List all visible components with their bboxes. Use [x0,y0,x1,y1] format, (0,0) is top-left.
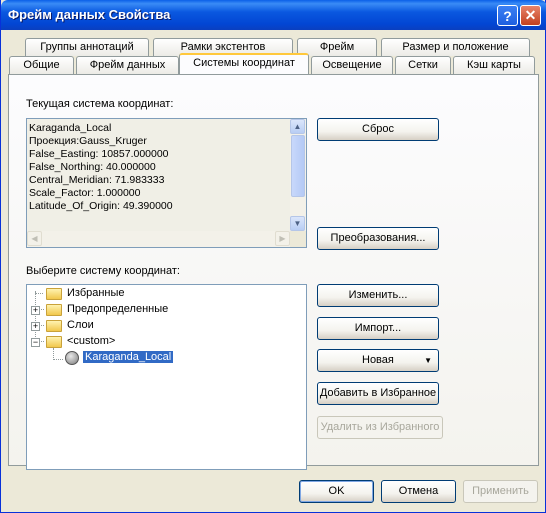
help-button[interactable]: ? [497,5,518,26]
tab-coordinate-systems[interactable]: Системы координат [179,53,309,74]
cs-tree[interactable]: Избранные + Предопределенные + Слои − <c… [26,284,307,470]
reset-button[interactable]: Сброс [317,118,439,141]
folder-icon [46,304,62,316]
tab-illumination[interactable]: Освещение [311,56,393,74]
tab-data-frame[interactable]: Фрейм данных [76,56,179,74]
import-button[interactable]: Импорт... [317,317,439,340]
add-to-favorites-button[interactable]: Добавить в Избранное [317,382,439,405]
folder-icon [46,320,62,332]
tab-frame[interactable]: Фрейм [297,38,377,56]
tree-node-custom[interactable]: − <custom> [27,334,227,350]
help-icon: ? [503,7,512,24]
ok-button[interactable]: OK [299,480,374,503]
folder-icon [46,288,62,300]
tab-size-position[interactable]: Размер и положение [381,38,530,56]
tree-node-layers[interactable]: + Слои [27,318,227,334]
remove-from-favorites-button[interactable]: Удалить из Избранного [317,416,443,439]
scroll-left-icon[interactable]: ◀ [27,231,42,246]
cs-detail-line: Latitude_Of_Origin: 49.390000 [29,200,173,212]
folder-open-icon [46,336,62,348]
properties-window: Фрейм данных Свойства ? ✕ Группы аннотац… [0,0,546,513]
cancel-button[interactable]: Отмена [381,480,456,503]
scroll-down-icon[interactable]: ▼ [290,216,305,231]
modify-button[interactable]: Изменить... [317,284,439,307]
tree-node-predefined[interactable]: + Предопределенные [27,302,227,318]
scroll-corner [290,231,306,247]
cs-detail-line: Karaganda_Local [29,122,112,134]
globe-icon [65,351,79,365]
close-button[interactable]: ✕ [520,5,541,26]
scroll-right-icon[interactable]: ▶ [275,231,290,246]
title-bar[interactable]: Фрейм данных Свойства ? ✕ [1,0,546,30]
window-title: Фрейм данных Свойства [8,7,171,22]
tab-map-cache[interactable]: Кэш карты [453,56,535,74]
transformations-button[interactable]: Преобразования... [317,227,439,250]
vertical-scrollbar[interactable]: ▲ ▼ [290,119,306,231]
tree-node-karaganda-local[interactable]: Karaganda_Local [27,350,227,366]
expand-icon[interactable]: + [31,322,40,331]
tab-grids[interactable]: Сетки [395,56,451,74]
cs-detail-line: Проекция:Gauss_Kruger [29,135,147,147]
apply-button[interactable]: Применить [463,480,538,503]
expand-icon[interactable]: + [31,306,40,315]
select-cs-label: Выберите систему координат: [26,265,180,277]
new-dropdown-button[interactable]: Новая ▼ [317,349,439,372]
collapse-icon[interactable]: − [31,338,40,347]
scroll-thumb[interactable] [291,135,305,197]
cs-detail-line: Scale_Factor: 1.000000 [29,187,141,199]
current-cs-label: Текущая система координат: [26,98,174,110]
tab-general[interactable]: Общие [9,56,74,74]
current-cs-details[interactable]: Karaganda_Local Проекция:Gauss_Kruger Fa… [26,118,307,248]
cs-detail-line: False_Northing: 40.000000 [29,161,156,173]
dropdown-arrow-icon: ▼ [424,356,432,365]
close-icon: ✕ [524,7,537,23]
tree-node-favorites[interactable]: Избранные [27,286,227,302]
cs-detail-line: Central_Meridian: 71.983333 [29,174,165,186]
scroll-up-icon[interactable]: ▲ [290,119,305,134]
tab-annotation-groups[interactable]: Группы аннотаций [25,38,149,56]
cs-detail-line: False_Easting: 10857.000000 [29,148,169,160]
horizontal-scrollbar[interactable]: ◀ ▶ [27,231,290,247]
